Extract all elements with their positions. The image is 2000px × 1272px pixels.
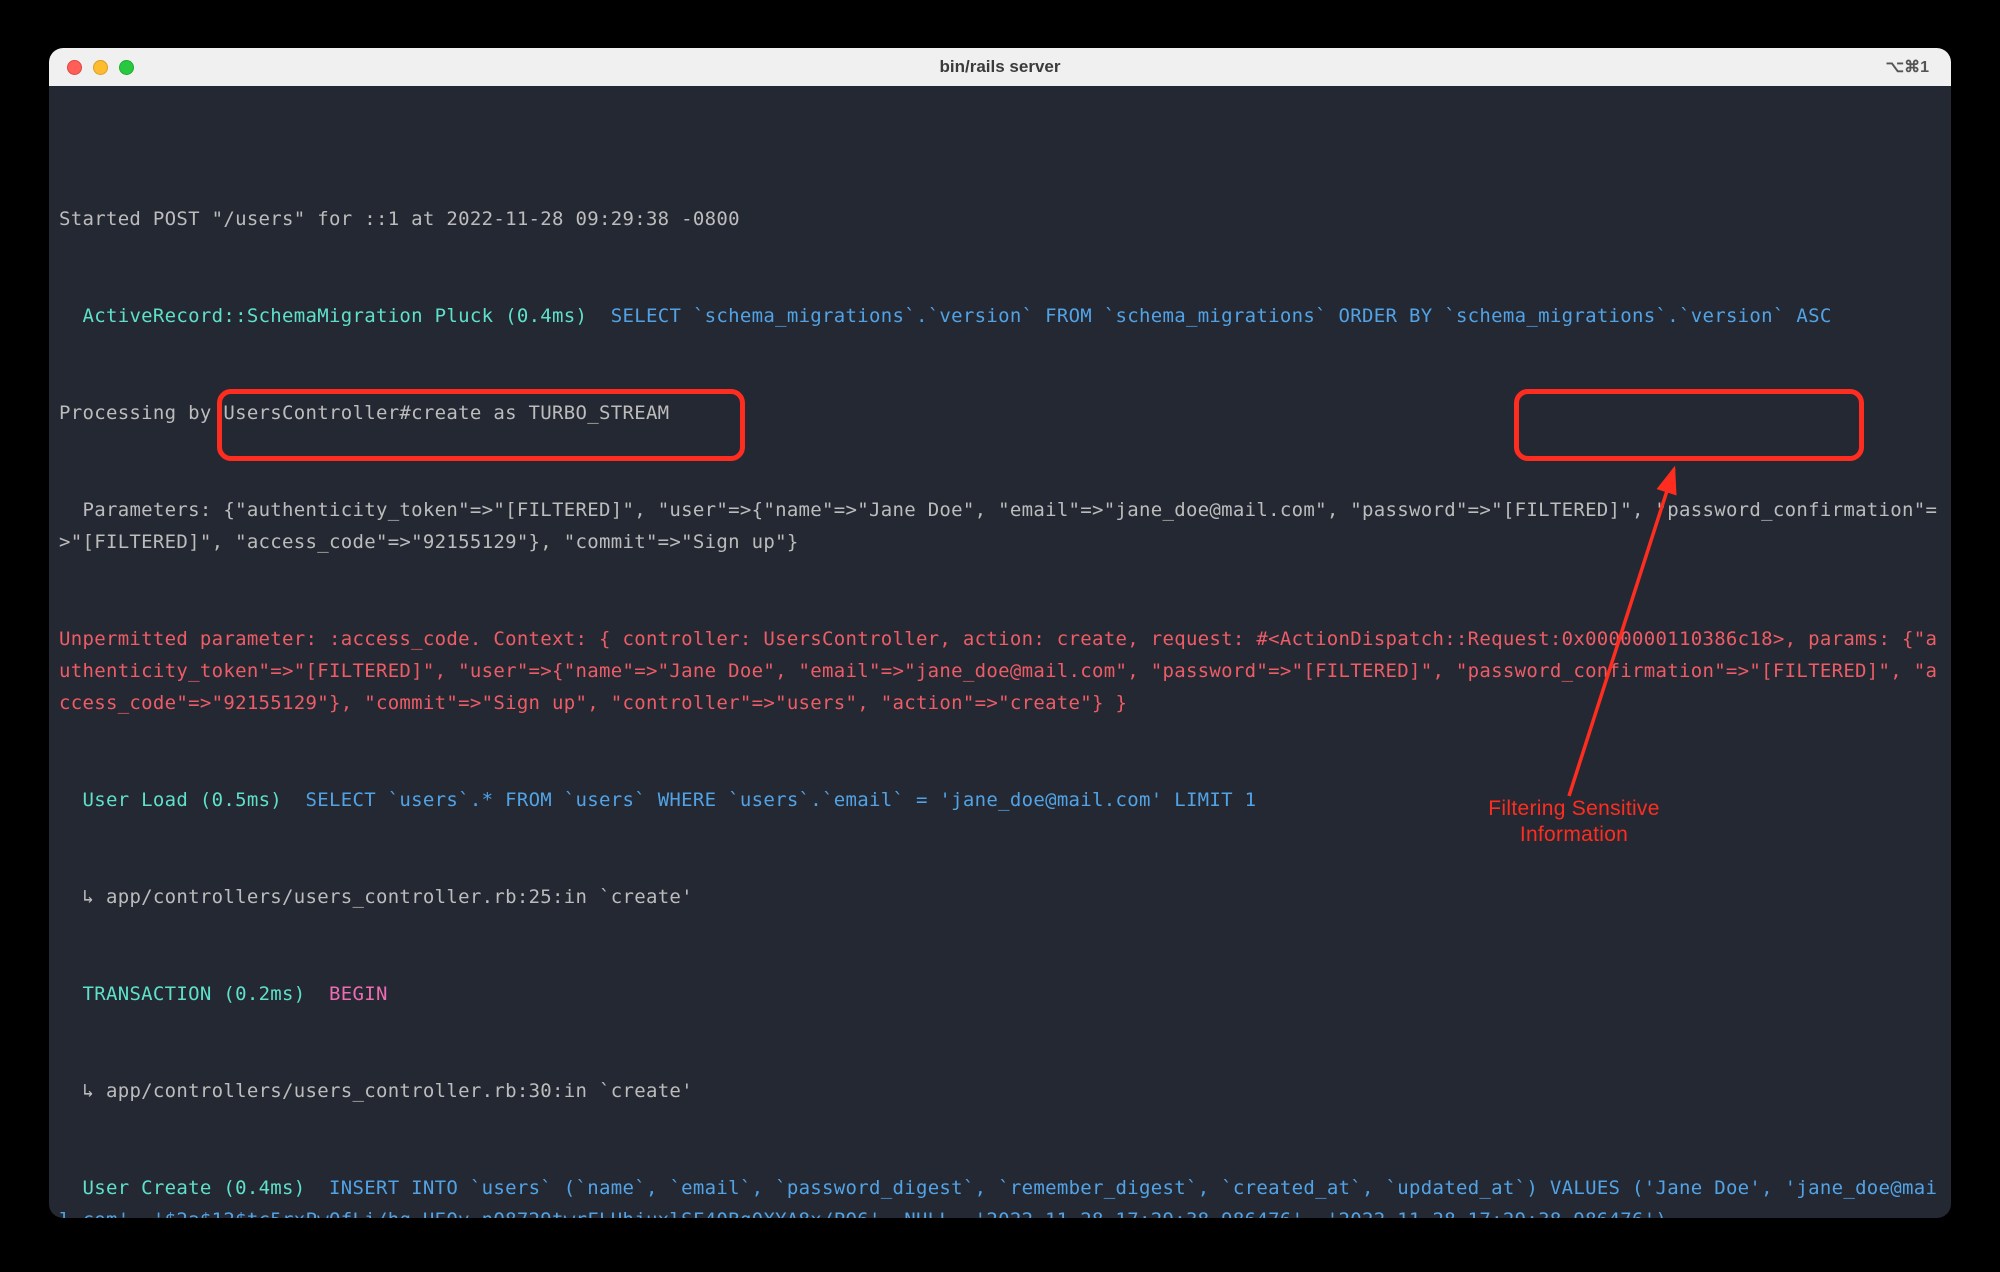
log-segment: INSERT INTO `users` (`name`, `email`, `p…: [59, 1177, 1937, 1218]
terminal-window: bin/rails server ⌥⌘1 Started POST "/user…: [49, 48, 1951, 1218]
log-segment: SELECT `schema_migrations`.`version` FRO…: [587, 305, 1831, 327]
log-line: ↳ app/controllers/users_controller.rb:30…: [59, 1075, 1941, 1107]
terminal-body[interactable]: Started POST "/users" for ::1 at 2022-11…: [49, 86, 1951, 1218]
zoom-icon[interactable]: [119, 60, 134, 75]
window-titlebar[interactable]: bin/rails server ⌥⌘1: [49, 48, 1951, 86]
annotation-label: Filtering Sensitive Information: [1449, 796, 1699, 849]
log-segment: User Load (0.5ms): [59, 789, 282, 811]
log-line: TRANSACTION (0.2ms) BEGIN: [59, 978, 1941, 1010]
window-title: bin/rails server: [49, 57, 1951, 77]
log-line-warning: Unpermitted parameter: :access_code. Con…: [59, 623, 1941, 720]
log-segment: TRANSACTION (0.2ms): [59, 983, 306, 1005]
log-line: ↳ app/controllers/users_controller.rb:25…: [59, 881, 1941, 913]
log-line: Started POST "/users" for ::1 at 2022-11…: [59, 203, 1941, 235]
log-line: ActiveRecord::SchemaMigration Pluck (0.4…: [59, 300, 1941, 332]
log-segment: ActiveRecord::SchemaMigration Pluck (0.4…: [59, 305, 587, 327]
traffic-lights: [49, 60, 134, 75]
log-line: Parameters: {"authenticity_token"=>"[FIL…: [59, 494, 1941, 559]
log-segment: User Create (0.4ms): [59, 1177, 306, 1199]
log-line: Processing by UsersController#create as …: [59, 397, 1941, 429]
log-segment: SELECT `users`.* FROM `users` WHERE `use…: [282, 789, 1256, 811]
minimize-icon[interactable]: [93, 60, 108, 75]
close-icon[interactable]: [67, 60, 82, 75]
log-segment: BEGIN: [306, 983, 388, 1005]
window-shortcut-hint: ⌥⌘1: [1886, 57, 1929, 77]
log-line: User Create (0.4ms) INSERT INTO `users` …: [59, 1172, 1941, 1218]
